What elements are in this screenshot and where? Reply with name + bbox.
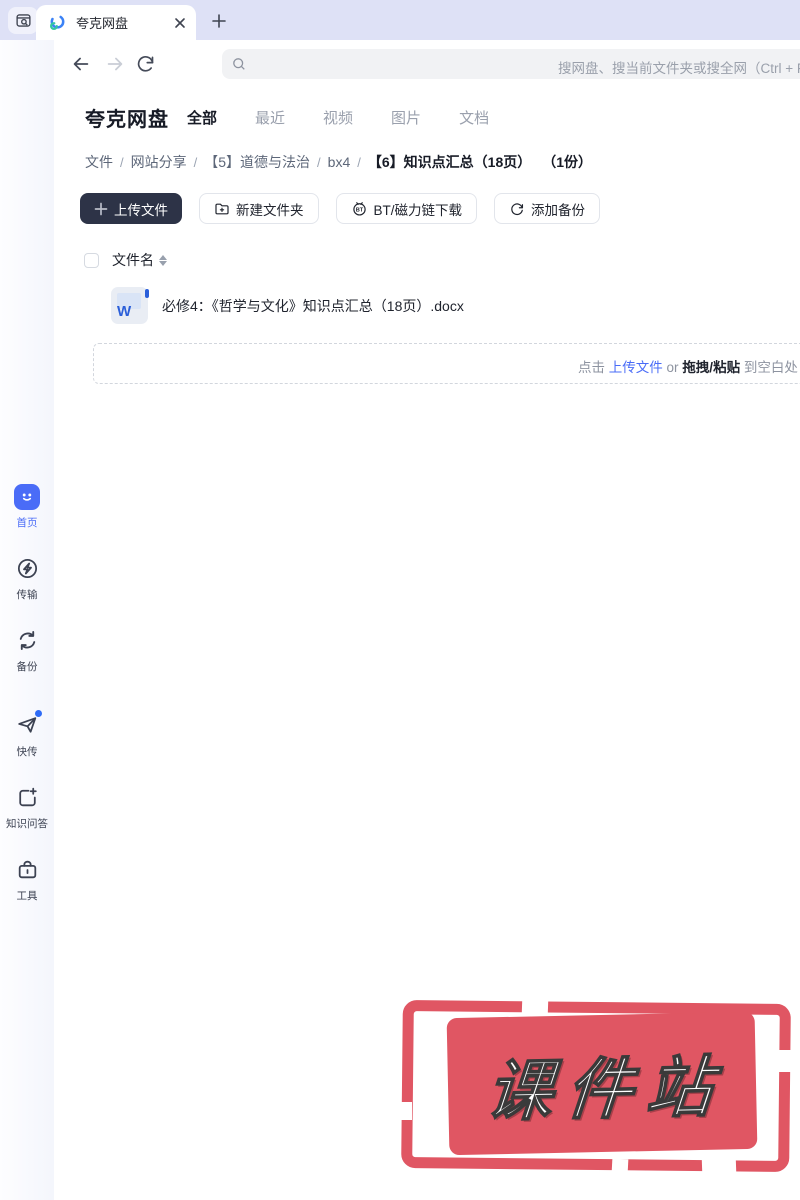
breadcrumb-separator: / bbox=[120, 154, 124, 170]
bt-download-icon: BT bbox=[351, 200, 368, 217]
app-sidebar: 首页 传输 备份 快传 知识问答 工具 bbox=[0, 40, 54, 1200]
file-row[interactable]: W 必修4：《哲学与文化》知识点汇总（18页）.docx bbox=[111, 287, 800, 324]
breadcrumb: 文件 / 网站分享 / 【5】道德与法治 / bx4 / 【6】知识点汇总（18… bbox=[85, 152, 800, 172]
breadcrumb-item[interactable]: 文件 bbox=[85, 152, 113, 172]
window-search-button[interactable] bbox=[8, 7, 38, 34]
qa-note-plus-icon bbox=[14, 784, 41, 811]
breadcrumb-item[interactable]: bx4 bbox=[328, 154, 351, 170]
quark-logo-icon bbox=[48, 13, 67, 32]
plus-icon bbox=[94, 202, 108, 216]
breadcrumb-item[interactable]: 【5】道德与法治 bbox=[204, 152, 310, 172]
tab-close-icon[interactable] bbox=[174, 17, 186, 29]
browser-tab[interactable]: 夸克网盘 bbox=[36, 5, 196, 40]
breadcrumb-separator: / bbox=[193, 154, 198, 170]
breadcrumb-separator: / bbox=[317, 154, 321, 170]
tab-image[interactable]: 图片 bbox=[391, 107, 421, 128]
search-placeholder: 搜网盘、搜当前文件夹或搜全网（Ctrl + F） bbox=[558, 61, 800, 76]
upload-file-label: 上传文件 bbox=[114, 202, 168, 218]
sidebar-item-tools[interactable]: 工具 bbox=[14, 856, 41, 903]
word-doc-icon: W bbox=[111, 287, 149, 324]
add-backup-button[interactable]: 添加备份 bbox=[494, 193, 601, 224]
quick-send-icon bbox=[14, 710, 42, 739]
folder-plus-icon bbox=[214, 201, 230, 217]
dropzone-or: or bbox=[666, 360, 679, 375]
action-toolbar: 上传文件 新建文件夹 BT BT/磁力链下载 添加备份 bbox=[80, 193, 800, 224]
dropzone-suffix: 到空白处 bbox=[743, 360, 798, 375]
sort-icon[interactable] bbox=[159, 254, 167, 266]
sidebar-item-quick-send[interactable]: 快传 bbox=[14, 710, 42, 759]
browser-search-bar[interactable]: 搜网盘、搜当前文件夹或搜全网（Ctrl + F） bbox=[222, 49, 800, 79]
dropzone-hint: 点击 上传文件 or 拖拽/粘贴 到空白处 bbox=[578, 356, 798, 376]
watermark-text: 课件站 bbox=[483, 1048, 731, 1129]
back-button[interactable] bbox=[70, 53, 92, 75]
search-icon bbox=[231, 56, 247, 72]
bt-magnet-download-button[interactable]: BT BT/磁力链下载 bbox=[335, 193, 478, 224]
upload-dropzone[interactable]: 点击 上传文件 or 拖拽/粘贴 到空白处 bbox=[93, 343, 800, 384]
new-folder-label: 新建文件夹 bbox=[236, 202, 304, 218]
forward-button[interactable] bbox=[104, 53, 126, 75]
upload-file-button[interactable]: 上传文件 bbox=[80, 193, 182, 224]
tab-document[interactable]: 文档 bbox=[459, 107, 489, 128]
new-tab-button[interactable] bbox=[208, 10, 230, 32]
breadcrumb-separator: / bbox=[357, 154, 361, 170]
breadcrumb-count: （1份） bbox=[542, 154, 593, 170]
sidebar-item-label: 知识问答 bbox=[6, 818, 48, 830]
main-content: 夸克网盘 全部 最近 视频 图片 文档 文件 / 网站分享 / 【5】道德与法治… bbox=[80, 88, 800, 384]
stamp-fill: 课件站 bbox=[446, 1011, 758, 1156]
sidebar-item-label: 工具 bbox=[16, 890, 38, 902]
toolbox-icon bbox=[14, 856, 41, 883]
dropzone-drag-text: 拖拽/粘贴 bbox=[682, 360, 741, 375]
add-backup-label: 添加备份 bbox=[531, 202, 586, 218]
bt-icon-text: BT bbox=[355, 208, 363, 214]
sidebar-item-backup[interactable]: 备份 bbox=[14, 627, 41, 674]
tab-recent[interactable]: 最近 bbox=[255, 107, 285, 128]
breadcrumb-current: 【6】知识点汇总（18页） bbox=[367, 154, 532, 170]
sync-arrows-icon bbox=[14, 627, 41, 654]
filename-column-header[interactable]: 文件名 bbox=[112, 250, 154, 270]
home-smiley-icon bbox=[14, 483, 41, 510]
dropzone-prefix: 点击 bbox=[578, 360, 605, 375]
sidebar-item-home[interactable]: 首页 bbox=[14, 483, 41, 530]
sidebar-item-label: 传输 bbox=[16, 589, 38, 601]
filter-tabs: 全部 最近 视频 图片 文档 bbox=[187, 107, 489, 128]
window-search-icon bbox=[15, 12, 32, 29]
page-title: 夸克网盘 bbox=[85, 109, 169, 131]
sidebar-item-label: 首页 bbox=[16, 517, 38, 529]
tab-title: 夸克网盘 bbox=[76, 16, 129, 31]
file-name: 必修4：《哲学与文化》知识点汇总（18页）.docx bbox=[162, 297, 464, 314]
sidebar-item-label: 快传 bbox=[16, 746, 38, 758]
tab-all[interactable]: 全部 bbox=[187, 107, 217, 128]
breadcrumb-item[interactable]: 网站分享 bbox=[131, 152, 187, 172]
watermark-stamp: 课件站 bbox=[399, 999, 793, 1174]
browser-tab-strip: 夸克网盘 bbox=[0, 0, 800, 40]
sync-circle-icon bbox=[509, 201, 525, 217]
doc-letter: W bbox=[117, 303, 132, 320]
sidebar-item-transfer[interactable]: 传输 bbox=[14, 555, 41, 602]
tab-video[interactable]: 视频 bbox=[323, 107, 353, 128]
refresh-button[interactable] bbox=[135, 53, 157, 75]
select-all-checkbox[interactable] bbox=[84, 252, 99, 268]
doc-notch bbox=[145, 289, 149, 298]
browser-window: 夸克网盘 搜网盘、搜当前文件夹或搜全网（Ctrl + F） 首页 传输 备份 快… bbox=[0, 0, 800, 1200]
sidebar-item-knowledge-qa[interactable]: 知识问答 bbox=[6, 784, 48, 831]
bt-download-label: BT/磁力链下载 bbox=[373, 202, 463, 218]
dropzone-upload-link[interactable]: 上传文件 bbox=[609, 360, 663, 375]
file-list-header: 文件名 bbox=[84, 250, 800, 270]
sidebar-item-label: 备份 bbox=[16, 661, 38, 673]
new-folder-button[interactable]: 新建文件夹 bbox=[199, 193, 319, 224]
transfer-lightning-icon bbox=[14, 555, 41, 582]
notification-dot bbox=[34, 710, 42, 717]
browser-toolbar: 搜网盘、搜当前文件夹或搜全网（Ctrl + F） bbox=[0, 40, 800, 88]
